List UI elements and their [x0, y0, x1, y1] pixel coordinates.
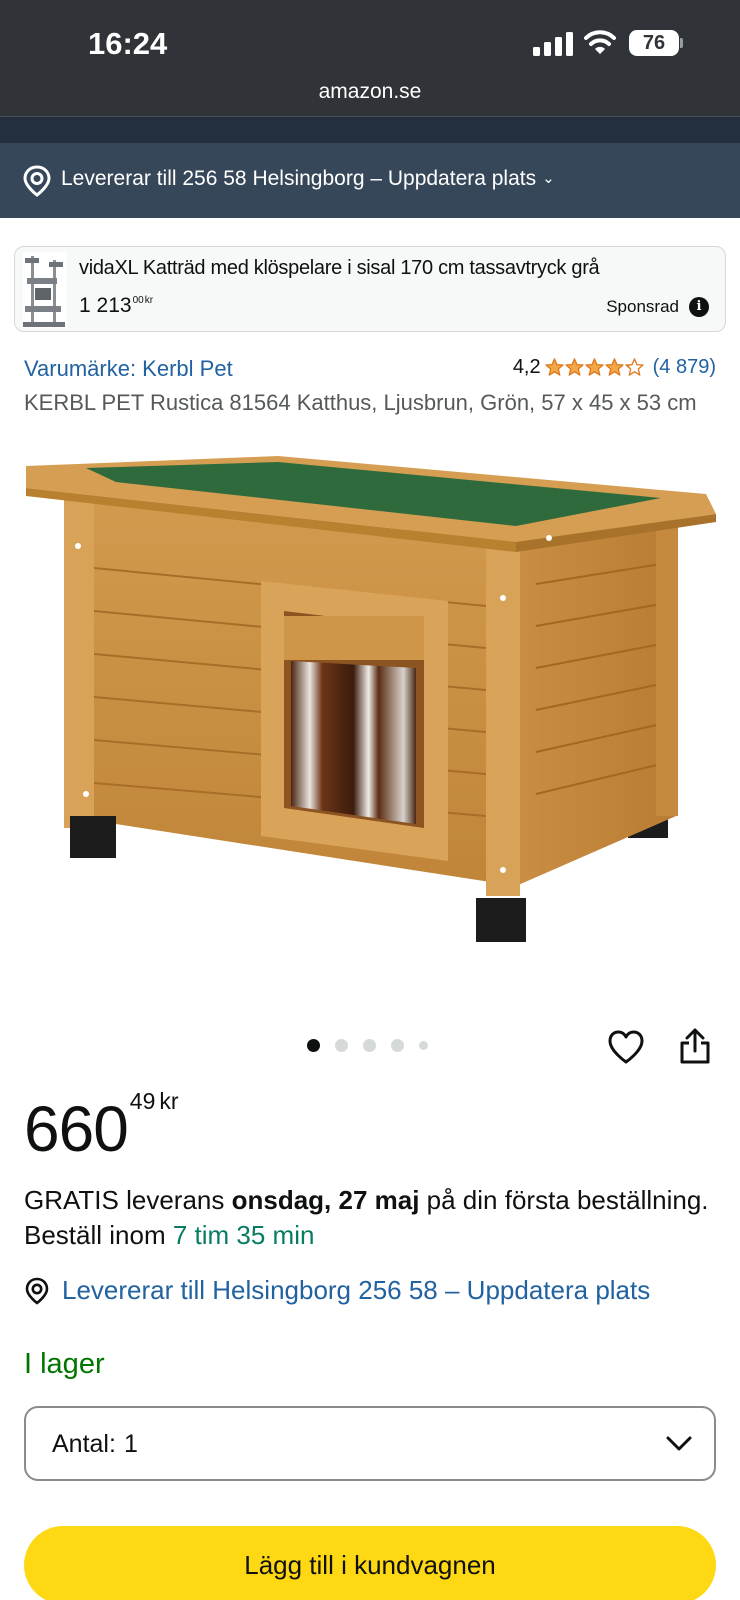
product-title: KERBL PET Rustica 81564 Katthus, Ljusbru… — [24, 390, 697, 415]
ad-price: 1 21300kr — [79, 294, 153, 318]
address-bar-url[interactable]: amazon.se — [0, 80, 740, 104]
quantity-select[interactable]: Antal: 1 — [24, 1406, 716, 1481]
star-rating — [544, 358, 645, 377]
sponsored-text: Sponsrad — [606, 297, 679, 316]
info-icon[interactable]: i — [689, 297, 709, 317]
product-image[interactable] — [16, 456, 724, 966]
cellular-signal-icon — [533, 32, 573, 56]
battery-indicator: 76 — [629, 30, 683, 56]
quantity-value: 1 — [123, 1430, 138, 1458]
heart-icon[interactable] — [607, 1029, 645, 1065]
add-to-cart-button[interactable]: Lägg till i kundvagnen — [24, 1526, 716, 1600]
deliver-to-link[interactable]: Levererar till Helsingborg 256 58 – Uppd… — [24, 1275, 650, 1306]
delivery-date: onsdag, 27 maj — [231, 1185, 420, 1215]
status-bar: 16:24 76 amazon.se — [0, 0, 740, 145]
ad-price-whole: 1 213 — [79, 294, 132, 317]
header-strip — [0, 116, 740, 143]
carousel-dot[interactable] — [419, 1041, 428, 1050]
battery-tip — [680, 38, 683, 48]
share-icon[interactable] — [679, 1027, 711, 1065]
location-text[interactable]: Levererar till 256 58 Helsingborg – Uppd… — [61, 167, 555, 191]
quantity-display: Antal: 1 — [52, 1430, 138, 1459]
status-time: 16:24 — [88, 26, 168, 61]
delivery-countdown: 7 tim 35 min — [172, 1220, 315, 1250]
chevron-down-icon — [666, 1436, 692, 1451]
sponsored-ad[interactable]: vidaXL Katträd med klöspelare i sisal 17… — [14, 246, 726, 332]
wifi-icon — [584, 30, 616, 54]
price: 66049 kr — [24, 1088, 179, 1166]
carousel-dot[interactable] — [307, 1039, 320, 1052]
battery-level: 76 — [629, 30, 679, 56]
star-icon — [584, 358, 604, 376]
price-fraction: 49 — [129, 1088, 156, 1114]
star-icon — [544, 358, 564, 376]
cat-tree-thumbnail — [23, 252, 67, 328]
quantity-label: Antal: — [52, 1430, 116, 1458]
star-icon — [624, 358, 644, 376]
chevron-down-icon: ⌄ — [542, 170, 555, 187]
brand-link[interactable]: Varumärke: Kerbl Pet — [24, 356, 233, 382]
rating-value: 4,2 — [512, 356, 541, 378]
review-count[interactable]: (4 879) — [653, 356, 716, 379]
price-currency: kr — [159, 1088, 179, 1114]
star-icon — [564, 358, 584, 376]
star-icon — [604, 358, 624, 376]
sponsored-label[interactable]: Sponsrad i — [606, 297, 709, 317]
carousel-dot[interactable] — [363, 1039, 376, 1052]
deliver-to-text: Levererar till Helsingborg 256 58 – Uppd… — [62, 1275, 651, 1305]
image-carousel-dots[interactable] — [307, 1039, 443, 1052]
stock-status: I lager — [24, 1348, 105, 1380]
ad-price-currency: kr — [144, 295, 154, 306]
price-whole: 660 — [24, 1093, 129, 1165]
carousel-dot[interactable] — [335, 1039, 348, 1052]
location-bar[interactable]: Levererar till 256 58 Helsingborg – Uppd… — [0, 143, 740, 218]
location-pin-icon — [23, 165, 51, 197]
delivery-message: GRATIS leverans onsdag, 27 maj på din fö… — [24, 1183, 714, 1253]
ad-price-fraction: 00 — [132, 295, 144, 306]
delivery-prefix: GRATIS leverans — [24, 1185, 232, 1215]
rating[interactable]: 4,2 (4 879) — [513, 356, 716, 379]
ad-title[interactable]: vidaXL Katträd med klöspelare i sisal 17… — [79, 257, 600, 280]
location-pin-icon — [25, 1277, 49, 1305]
location-label: Levererar till 256 58 Helsingborg – Uppd… — [61, 167, 537, 190]
carousel-dot[interactable] — [391, 1039, 404, 1052]
